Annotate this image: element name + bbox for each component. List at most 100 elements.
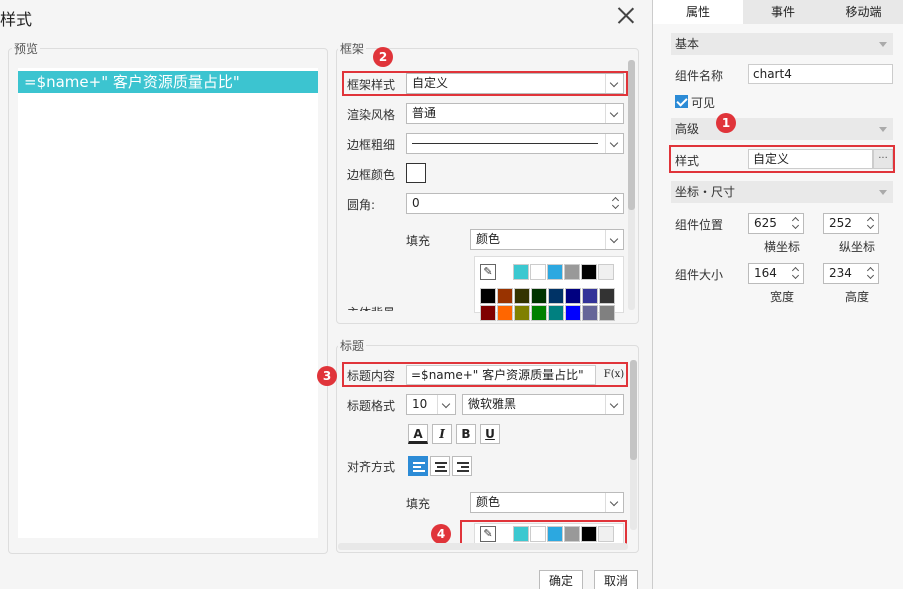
align-label: 对齐方式 <box>347 460 396 474</box>
spin-down-icon[interactable] <box>791 273 801 282</box>
component-name-value: chart4 <box>753 67 792 81</box>
border-width-select[interactable] <box>406 133 624 154</box>
font-color-button[interactable]: A <box>408 424 428 444</box>
border-color-swatch[interactable] <box>406 163 426 183</box>
font-size-select[interactable]: 10 <box>406 394 456 415</box>
section-advanced[interactable]: 高级 <box>671 118 893 140</box>
color-swatch[interactable] <box>548 288 564 304</box>
title-section-label: 标题 <box>338 337 367 354</box>
section-basic[interactable]: 基本 <box>671 33 893 55</box>
collapse-caret-icon <box>879 190 887 195</box>
spin-down-icon[interactable] <box>791 223 801 232</box>
spin-down-icon[interactable] <box>866 273 876 282</box>
height-spinner[interactable]: 234 <box>823 263 879 284</box>
tab-mobile[interactable]: 移动端 <box>823 0 903 24</box>
color-swatch[interactable] <box>564 264 580 280</box>
border-line-sample <box>412 143 598 144</box>
eyedropper-icon[interactable]: ✎ <box>480 264 496 280</box>
color-swatch[interactable] <box>497 288 513 304</box>
dialog-title: 样式 <box>0 10 33 29</box>
title-scroll-thumb[interactable] <box>630 360 637 460</box>
visible-label: 可见 <box>691 96 716 110</box>
title-format-label: 标题格式 <box>347 399 396 413</box>
italic-button[interactable]: I <box>432 424 452 444</box>
border-width-label: 边框粗细 <box>347 138 396 152</box>
align-left-icon[interactable] <box>408 456 428 476</box>
close-icon[interactable] <box>617 6 635 24</box>
color-swatch[interactable] <box>531 288 547 304</box>
x-caption: 横坐标 <box>764 240 801 254</box>
color-swatch[interactable] <box>565 305 581 321</box>
position-x-spinner[interactable]: 625 <box>748 213 804 234</box>
title-fill-label: 填充 <box>406 497 431 511</box>
color-swatch[interactable] <box>497 305 513 321</box>
color-swatch[interactable] <box>548 305 564 321</box>
frame-scrollbar[interactable] <box>628 60 635 310</box>
align-right-icon[interactable] <box>452 456 472 476</box>
color-swatch[interactable] <box>599 305 615 321</box>
property-panel: 属性 事件 移动端 基本 组件名称 chart4 可见 高级 1 样式 自定义 … <box>652 0 903 589</box>
tab-events[interactable]: 事件 <box>743 0 823 24</box>
color-swatch[interactable] <box>582 288 598 304</box>
highlight-title-palette <box>460 520 627 545</box>
fill-select[interactable]: 颜色 <box>470 229 624 250</box>
border-color-label: 边框颜色 <box>347 168 396 182</box>
visible-checkbox[interactable] <box>675 95 688 108</box>
badge-1: 1 <box>716 113 736 133</box>
render-style-select[interactable]: 普通 <box>406 103 624 124</box>
chevron-down-icon <box>605 230 623 249</box>
spin-down-icon[interactable] <box>866 223 876 232</box>
collapse-caret-icon <box>879 127 887 132</box>
cancel-button[interactable]: 取消 <box>594 570 638 589</box>
frame-scroll-thumb[interactable] <box>628 60 635 210</box>
title-fill-select[interactable]: 颜色 <box>470 492 624 513</box>
section-coords[interactable]: 坐标・尺寸 <box>671 181 893 203</box>
color-swatch[interactable] <box>565 288 581 304</box>
color-swatch[interactable] <box>480 305 496 321</box>
color-swatch[interactable] <box>598 264 614 280</box>
color-swatch[interactable] <box>582 305 598 321</box>
body-background-label-cut: 主体背景 <box>347 303 395 311</box>
radius-label: 圆角: <box>347 198 376 212</box>
align-center-icon[interactable] <box>430 456 450 476</box>
bold-button[interactable]: B <box>456 424 476 444</box>
font-size-value: 10 <box>412 397 428 411</box>
chevron-down-icon <box>605 395 623 414</box>
w-caption: 宽度 <box>770 290 795 304</box>
render-style-value: 普通 <box>412 106 437 120</box>
title-hscrollbar[interactable] <box>338 543 628 550</box>
frame-section-label: 框架 <box>338 40 367 57</box>
title-scrollbar[interactable] <box>630 360 637 530</box>
color-swatch[interactable] <box>480 288 496 304</box>
color-swatch[interactable] <box>531 305 547 321</box>
color-swatch[interactable] <box>514 305 530 321</box>
y-caption: 纵坐标 <box>839 240 876 254</box>
spin-down-icon[interactable] <box>611 203 621 212</box>
preview-label: 预览 <box>12 40 41 57</box>
section-basic-label: 基本 <box>675 37 700 51</box>
color-swatch[interactable] <box>513 264 529 280</box>
ok-button[interactable]: 确定 <box>539 570 583 589</box>
color-swatch[interactable] <box>514 288 530 304</box>
position-y-spinner[interactable]: 252 <box>823 213 879 234</box>
font-family-select[interactable]: 微软雅黑 <box>462 394 624 415</box>
color-swatch[interactable] <box>581 264 597 280</box>
position-label: 组件位置 <box>675 218 724 232</box>
color-swatch[interactable] <box>599 288 615 304</box>
width-spinner[interactable]: 164 <box>748 263 804 284</box>
badge-2: 2 <box>373 47 393 67</box>
chevron-down-icon <box>605 134 623 153</box>
fill-label: 填充 <box>406 234 431 248</box>
width-value: 164 <box>754 266 777 280</box>
chevron-down-icon <box>437 395 455 414</box>
component-name-input[interactable]: chart4 <box>748 64 893 84</box>
color-swatch[interactable] <box>547 264 563 280</box>
fill-value: 颜色 <box>476 232 501 246</box>
underline-button[interactable]: U <box>480 424 500 444</box>
tab-properties[interactable]: 属性 <box>653 0 743 24</box>
position-y-value: 252 <box>829 216 852 230</box>
chevron-down-icon <box>605 104 623 123</box>
color-swatch[interactable] <box>530 264 546 280</box>
radius-spinner[interactable]: 0 <box>406 193 624 214</box>
preview-canvas: =$name+" 客户资源质量占比" <box>18 68 318 538</box>
